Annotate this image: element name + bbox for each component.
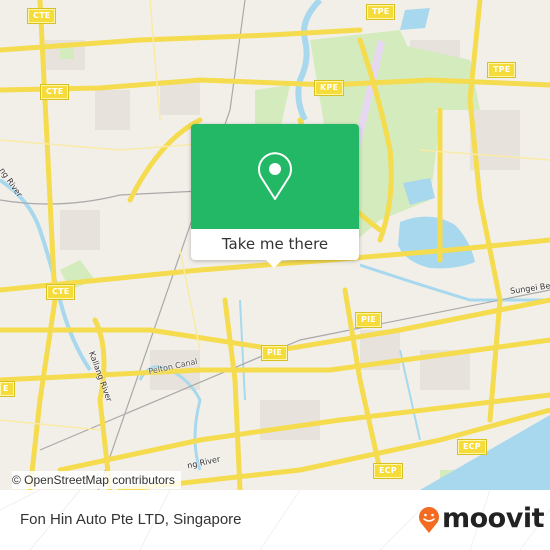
place-name: Fon Hin Auto Pte LTD, Singapore bbox=[20, 511, 242, 528]
moovit-wordmark: moovit bbox=[442, 503, 545, 534]
map-view[interactable]: CTE CTE CTE E TPE TPE KPE PIE PIE ECP EC… bbox=[0, 0, 550, 490]
highway-shield-tpe: TPE bbox=[365, 4, 396, 20]
highway-shield-cte: E bbox=[0, 381, 15, 397]
location-pin-icon bbox=[258, 152, 292, 200]
highway-shield-pie: PIE bbox=[355, 312, 382, 328]
popup-header[interactable] bbox=[191, 124, 359, 229]
highway-shield-tpe: TPE bbox=[486, 62, 517, 78]
highway-shield-ecp: ECP bbox=[373, 463, 403, 479]
highway-shield-pie: PIE bbox=[261, 345, 288, 361]
highway-shield-kpe: KPE bbox=[313, 80, 345, 96]
map-attribution[interactable]: © OpenStreetMap contributors bbox=[12, 471, 181, 489]
highway-shield-ecp: ECP bbox=[457, 439, 487, 455]
moovit-pin-icon bbox=[419, 507, 439, 533]
location-popup[interactable]: Take me there bbox=[191, 124, 359, 268]
popup-pointer bbox=[266, 260, 282, 268]
footer: Fon Hin Auto Pte LTD, Singapore moovit bbox=[0, 490, 550, 550]
highway-shield-cte: CTE bbox=[26, 8, 57, 24]
highway-shield-cte: CTE bbox=[45, 284, 76, 300]
highway-shield-cte: CTE bbox=[39, 84, 70, 100]
take-me-there-button[interactable]: Take me there bbox=[191, 229, 359, 260]
